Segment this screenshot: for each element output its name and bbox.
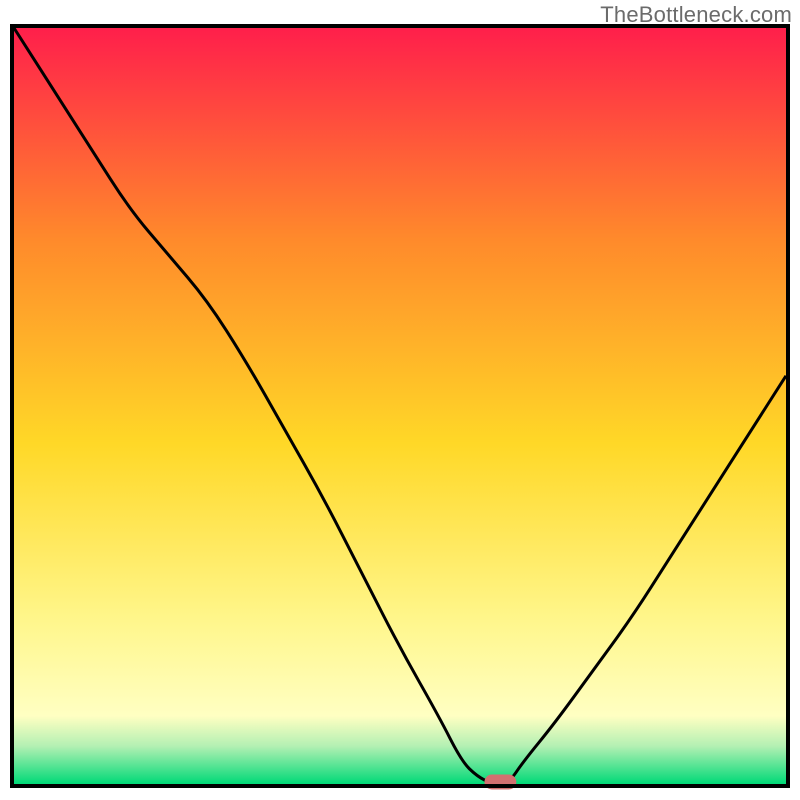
- bottleneck-chart: [0, 0, 800, 800]
- chart-container: { "watermark": "TheBottleneck.com", "col…: [0, 0, 800, 800]
- gradient-background: [14, 28, 786, 784]
- watermark-text: TheBottleneck.com: [600, 2, 792, 28]
